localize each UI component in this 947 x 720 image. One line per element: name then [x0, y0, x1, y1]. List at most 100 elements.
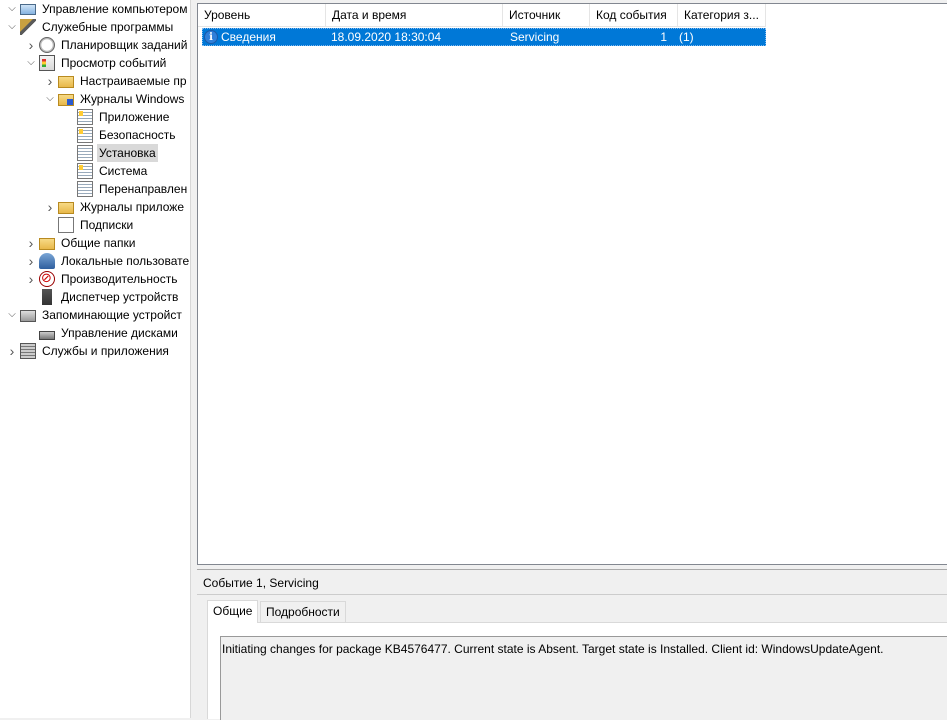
- tab-details[interactable]: Подробности: [260, 601, 346, 622]
- tree-item[interactable]: Установка: [63, 144, 158, 162]
- tree-item[interactable]: Управление дисками: [25, 324, 180, 342]
- chevron-down-icon[interactable]: ⌵: [6, 0, 18, 18]
- tree-item[interactable]: › Журналы приложе: [44, 198, 186, 216]
- event-message[interactable]: Initiating changes for package KB4576477…: [220, 636, 947, 720]
- tree-item-label: Установка: [97, 144, 158, 162]
- computer-icon: [20, 4, 36, 15]
- table-row[interactable]: i Сведения 18.09.2020 18:30:04 Servicing…: [202, 28, 766, 46]
- device-manager-icon: [42, 289, 52, 305]
- column-header-level[interactable]: Уровень: [198, 4, 326, 26]
- services-icon: [20, 343, 36, 359]
- tree-item[interactable]: Подписки: [44, 216, 135, 234]
- tree-item[interactable]: Система: [63, 162, 149, 180]
- chevron-right-icon[interactable]: ›: [25, 234, 37, 252]
- chevron-right-icon[interactable]: ›: [6, 342, 18, 360]
- tree-item[interactable]: › Производительность: [25, 270, 179, 288]
- tree-item-label: Безопасность: [99, 128, 176, 142]
- chevron-right-icon[interactable]: ›: [44, 198, 56, 216]
- windows-logs-folder-icon: [58, 94, 74, 106]
- tree-item-label: Просмотр событий: [61, 56, 167, 70]
- tree-item-label: Перенаправлен: [99, 182, 188, 196]
- log-icon: [77, 163, 93, 179]
- column-header-datetime[interactable]: Дата и время: [326, 4, 503, 26]
- chevron-down-icon[interactable]: ⌵: [6, 306, 18, 324]
- log-icon: [77, 109, 93, 125]
- tab-panel: Initiating changes for package KB4576477…: [207, 622, 947, 720]
- log-icon: [77, 181, 93, 197]
- tree-item-label: Настраиваемые пр: [80, 74, 187, 88]
- cell-source: Servicing: [510, 30, 560, 44]
- details-title: Событие 1, Servicing: [203, 576, 319, 590]
- tree-item[interactable]: › Службы и приложения: [6, 342, 171, 360]
- cell-datetime: 18.09.2020 18:30:04: [331, 30, 442, 44]
- event-viewer-icon: [39, 55, 55, 71]
- pane-splitter[interactable]: [190, 0, 196, 718]
- storage-icon: [20, 310, 36, 322]
- navigation-tree[interactable]: ⌵ Управление компьютером (л ⌵ Служебные про…: [0, 0, 190, 718]
- event-details-pane: Событие 1, Servicing Общие Подробности I…: [197, 569, 947, 720]
- chevron-down-icon[interactable]: ⌵: [6, 18, 18, 36]
- chevron-down-icon[interactable]: ⌵: [25, 54, 37, 72]
- tree-item-label: Управление компьютером (л: [42, 2, 190, 16]
- tree-item-label: Общие папки: [61, 236, 136, 250]
- chevron-right-icon[interactable]: ›: [25, 270, 37, 288]
- column-header-category[interactable]: Категория з...: [678, 4, 766, 26]
- tree-item-label: Запоминающие устройст: [42, 308, 182, 322]
- tree-item[interactable]: ⌵ Управление компьютером (л: [6, 0, 190, 18]
- tree-item-label: Планировщик заданий: [61, 38, 188, 52]
- tree-item[interactable]: › Локальные пользовате: [25, 252, 190, 270]
- performance-icon: [39, 270, 55, 287]
- tree-item[interactable]: ⌵ Просмотр событий: [25, 54, 168, 72]
- tree-item[interactable]: Перенаправлен: [63, 180, 189, 198]
- log-icon: [77, 145, 93, 161]
- column-header-event-id[interactable]: Код события: [590, 4, 678, 26]
- clock-icon: [39, 37, 55, 53]
- disk-icon: [39, 330, 55, 340]
- tree-item[interactable]: ⌵ Журналы Windows: [44, 90, 186, 108]
- tree-item-label: Служебные программы: [42, 20, 174, 34]
- tree-item[interactable]: › Планировщик заданий: [25, 36, 189, 54]
- tree-item-label: Журналы Windows: [80, 92, 185, 106]
- tree-item[interactable]: Безопасность: [63, 126, 178, 144]
- cell-level: Сведения: [221, 30, 276, 44]
- tab-general[interactable]: Общие: [207, 600, 259, 623]
- shared-folders-icon: [39, 238, 55, 250]
- tree-item[interactable]: ⌵ Служебные программы: [6, 18, 175, 36]
- tree-item[interactable]: › Настраиваемые пр: [44, 72, 189, 90]
- cell-event-id: 1: [660, 30, 667, 44]
- tree-item[interactable]: Диспетчер устройств: [25, 288, 180, 306]
- tree-item-label: Приложение: [99, 110, 170, 124]
- chevron-down-icon[interactable]: ⌵: [44, 90, 56, 108]
- folder-icon: [58, 76, 74, 88]
- log-icon: [77, 127, 93, 143]
- subscriptions-icon: [58, 217, 74, 233]
- tree-item-label: Производительность: [61, 272, 178, 286]
- tree-item[interactable]: Приложение: [63, 108, 171, 126]
- tree-item[interactable]: › Общие папки: [25, 234, 137, 252]
- tools-icon: [20, 19, 36, 35]
- chevron-right-icon[interactable]: ›: [44, 72, 56, 90]
- tree-item-label: Службы и приложения: [42, 344, 169, 358]
- tree-item[interactable]: ⌵ Запоминающие устройст: [6, 306, 184, 324]
- list-header: Уровень Дата и время Источник Код событи…: [198, 4, 766, 27]
- chevron-right-icon[interactable]: ›: [25, 252, 37, 270]
- tree-item-label: Журналы приложе: [80, 200, 184, 214]
- tree-item-label: Диспетчер устройств: [61, 290, 179, 304]
- tree-item-label: Подписки: [80, 218, 134, 232]
- chevron-right-icon[interactable]: ›: [25, 36, 37, 54]
- event-list[interactable]: Уровень Дата и время Источник Код событи…: [197, 3, 947, 565]
- users-icon: [39, 253, 55, 269]
- column-header-source[interactable]: Источник: [503, 4, 590, 26]
- info-icon: i: [204, 30, 218, 44]
- folder-icon: [58, 202, 74, 214]
- tree-item-label: Система: [99, 164, 148, 178]
- cell-category: (1): [679, 30, 694, 44]
